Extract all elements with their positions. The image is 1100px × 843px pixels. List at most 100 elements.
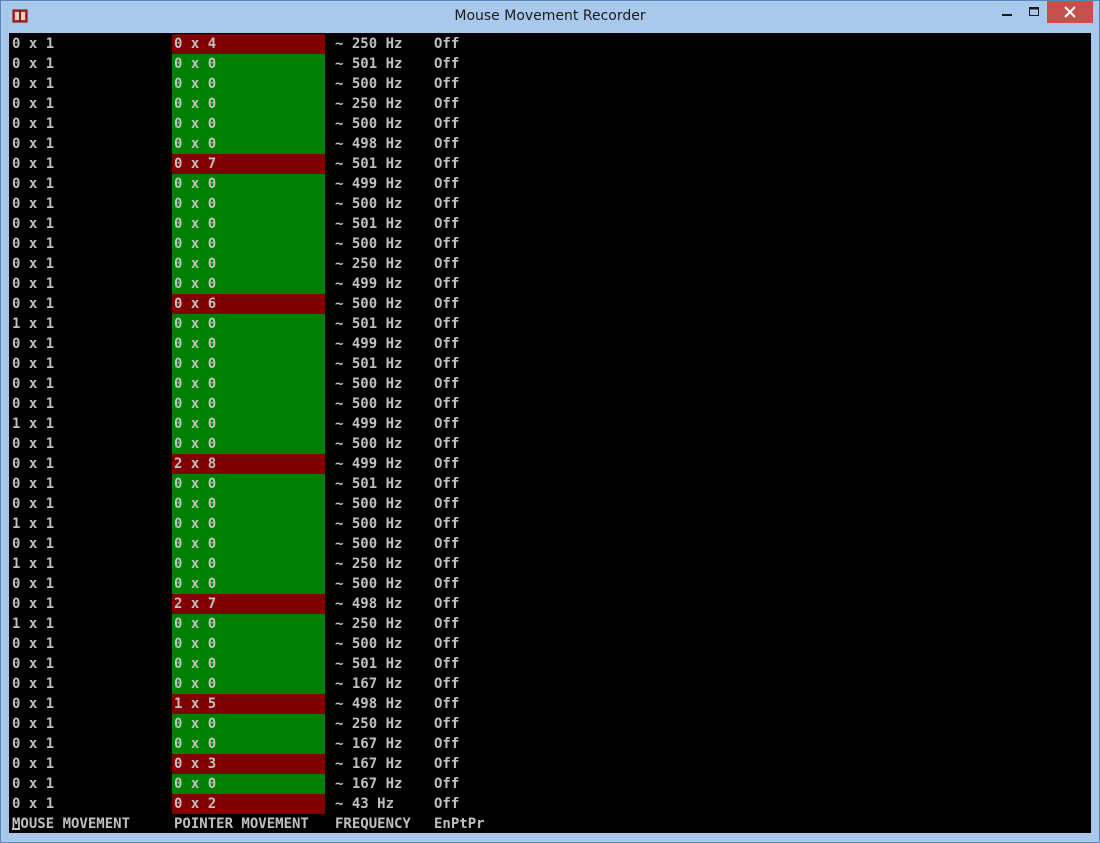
frequency-cell: ~ 500 Hz (335, 196, 403, 212)
table-row: 0 x 1 0 x 0 ~ 500 Hz Off (9, 534, 1091, 554)
table-row: 0 x 1 0 x 3 ~ 167 Hz Off (9, 754, 1091, 774)
enptpr-cell: Off (434, 436, 460, 452)
table-row: 0 x 1 0 x 0 ~ 499 Hz Off (9, 174, 1091, 194)
enptpr-cell: Off (434, 656, 460, 672)
pointer-movement-cell: 0 x 0 (172, 734, 325, 754)
pointer-movement-cell: 0 x 0 (172, 554, 325, 574)
pointer-movement-cell: 0 x 0 (172, 574, 325, 594)
table-row: 0 x 1 0 x 0 ~ 501 Hz Off (9, 354, 1091, 374)
table-row: 0 x 1 2 x 8 ~ 499 Hz Off (9, 454, 1091, 474)
close-button[interactable] (1047, 1, 1093, 23)
mouse-movement-cell: 0 x 1 (12, 436, 55, 452)
pointer-movement-cell: 0 x 7 (172, 154, 325, 174)
mouse-movement-cell: 0 x 1 (12, 696, 55, 712)
close-icon (1064, 6, 1076, 18)
pointer-movement-cell: 0 x 0 (172, 654, 325, 674)
mouse-movement-cell: 0 x 1 (12, 276, 55, 292)
enptpr-cell: Off (434, 496, 460, 512)
pointer-movement-cell: 0 x 0 (172, 234, 325, 254)
enptpr-cell: Off (434, 376, 460, 392)
frequency-cell: ~ 500 Hz (335, 496, 403, 512)
pointer-movement-cell: 0 x 0 (172, 74, 325, 94)
pointer-movement-cell: 0 x 6 (172, 294, 325, 314)
minimize-button[interactable] (993, 1, 1021, 23)
enptpr-cell: Off (434, 136, 460, 152)
header-pointer-movement: POINTER MOVEMENT (174, 816, 309, 832)
frequency-cell: ~ 500 Hz (335, 396, 403, 412)
mouse-movement-cell: 0 x 1 (12, 476, 55, 492)
frequency-cell: ~ 250 Hz (335, 36, 403, 52)
frequency-cell: ~ 501 Hz (335, 156, 403, 172)
enptpr-cell: Off (434, 156, 460, 172)
frequency-cell: ~ 500 Hz (335, 536, 403, 552)
enptpr-cell: Off (434, 336, 460, 352)
header-frequency: FREQUENCY (335, 816, 411, 832)
enptpr-cell: Off (434, 416, 460, 432)
pointer-movement-cell: 0 x 0 (172, 714, 325, 734)
pointer-movement-cell: 2 x 8 (172, 454, 325, 474)
pointer-movement-cell: 0 x 3 (172, 754, 325, 774)
enptpr-cell: Off (434, 36, 460, 52)
frequency-cell: ~ 499 Hz (335, 416, 403, 432)
enptpr-cell: Off (434, 316, 460, 332)
table-row: 0 x 1 0 x 0 ~ 500 Hz Off (9, 74, 1091, 94)
mouse-movement-cell: 0 x 1 (12, 176, 55, 192)
header-enptpr: EnPtPr (434, 816, 485, 832)
enptpr-cell: Off (434, 76, 460, 92)
console-output[interactable]: 0 x 1 0 x 4 ~ 250 Hz Off 0 x 1 0 x 0 ~ 501 Hz O… (9, 33, 1091, 833)
table-row: 0 x 1 0 x 4 ~ 250 Hz Off (9, 34, 1091, 54)
mouse-movement-cell: 1 x 1 (12, 316, 55, 332)
enptpr-cell: Off (434, 356, 460, 372)
table-row: 0 x 1 0 x 0 ~ 499 Hz Off (9, 274, 1091, 294)
table-row: 1 x 1 0 x 0 ~ 501 Hz Off (9, 314, 1091, 334)
enptpr-cell: Off (434, 676, 460, 692)
table-row: 0 x 1 0 x 0 ~ 167 Hz Off (9, 674, 1091, 694)
table-row: 0 x 1 0 x 0 ~ 500 Hz Off (9, 574, 1091, 594)
table-row: 0 x 1 0 x 6 ~ 500 Hz Off (9, 294, 1091, 314)
window-title: Mouse Movement Recorder (454, 8, 646, 24)
title-bar[interactable]: Mouse Movement Recorder (1, 1, 1099, 33)
enptpr-cell: Off (434, 56, 460, 72)
mouse-movement-cell: 0 x 1 (12, 156, 55, 172)
mouse-movement-cell: 0 x 1 (12, 136, 55, 152)
table-row: 1 x 1 0 x 0 ~ 499 Hz Off (9, 414, 1091, 434)
frequency-cell: ~ 498 Hz (335, 596, 403, 612)
pointer-movement-cell: 0 x 0 (172, 634, 325, 654)
frequency-cell: ~ 250 Hz (335, 96, 403, 112)
table-row: 0 x 1 0 x 0 ~ 167 Hz Off (9, 734, 1091, 754)
pointer-movement-cell: 2 x 7 (172, 594, 325, 614)
enptpr-cell: Off (434, 176, 460, 192)
pointer-movement-cell: 0 x 0 (172, 474, 325, 494)
mouse-movement-cell: 1 x 1 (12, 556, 55, 572)
frequency-cell: ~ 250 Hz (335, 716, 403, 732)
frequency-cell: ~ 500 Hz (335, 516, 403, 532)
enptpr-cell: Off (434, 736, 460, 752)
maximize-button[interactable] (1021, 1, 1047, 23)
pointer-movement-cell: 0 x 0 (172, 94, 325, 114)
frequency-cell: ~ 250 Hz (335, 556, 403, 572)
table-row: 0 x 1 0 x 0 ~ 250 Hz Off (9, 254, 1091, 274)
frequency-cell: ~ 500 Hz (335, 76, 403, 92)
enptpr-cell: Off (434, 716, 460, 732)
table-row: 0 x 1 0 x 0 ~ 250 Hz Off (9, 94, 1091, 114)
table-row: 0 x 1 0 x 0 ~ 500 Hz Off (9, 494, 1091, 514)
table-row: 0 x 1 0 x 0 ~ 498 Hz Off (9, 134, 1091, 154)
pointer-movement-cell: 0 x 0 (172, 614, 325, 634)
frequency-cell: ~ 501 Hz (335, 316, 403, 332)
frequency-cell: ~ 501 Hz (335, 56, 403, 72)
mouse-movement-cell: 0 x 1 (12, 716, 55, 732)
pointer-movement-cell: 0 x 0 (172, 314, 325, 334)
table-row: 1 x 1 0 x 0 ~ 250 Hz Off (9, 554, 1091, 574)
pointer-movement-cell: 1 x 5 (172, 694, 325, 714)
frequency-cell: ~ 250 Hz (335, 256, 403, 272)
enptpr-cell: Off (434, 636, 460, 652)
table-row: 0 x 1 0 x 0 ~ 250 Hz Off (9, 714, 1091, 734)
mouse-movement-cell: 0 x 1 (12, 636, 55, 652)
frequency-cell: ~ 501 Hz (335, 476, 403, 492)
mouse-movement-cell: 0 x 1 (12, 36, 55, 52)
mouse-movement-cell: 0 x 1 (12, 216, 55, 232)
table-row: 0 x 1 0 x 0 ~ 499 Hz Off (9, 334, 1091, 354)
mouse-movement-cell: 0 x 1 (12, 396, 55, 412)
pointer-movement-cell: 0 x 0 (172, 434, 325, 454)
enptpr-cell: Off (434, 616, 460, 632)
